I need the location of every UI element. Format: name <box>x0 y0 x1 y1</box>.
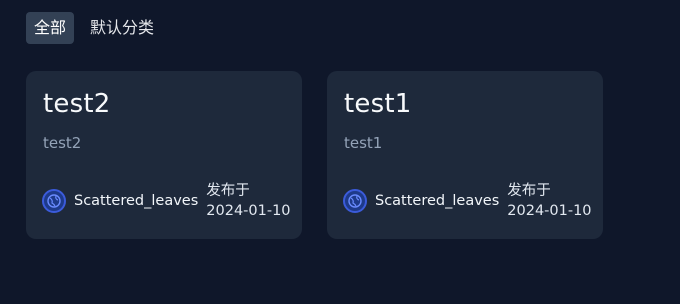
post-card-test2[interactable]: test2 test2 Scattered_leaves 发布于 2024-01… <box>26 71 302 239</box>
publish-date: 2024-01-10 <box>507 203 592 219</box>
post-card-test1[interactable]: test1 test1 Scattered_leaves 发布于 2024-01… <box>327 71 603 239</box>
globe-icon <box>348 194 362 208</box>
publish-date: 2024-01-10 <box>206 203 291 219</box>
globe-icon <box>47 194 61 208</box>
post-description: test2 <box>43 134 82 152</box>
category-tabs: 全部 默认分类 <box>26 12 162 44</box>
tab-default-category[interactable]: 默认分类 <box>82 12 162 44</box>
post-title[interactable]: test1 <box>344 89 411 119</box>
post-meta: Scattered_leaves 发布于 2024-01-10 <box>42 181 291 221</box>
post-description: test1 <box>344 134 383 152</box>
publish-label: 发布于 <box>507 183 551 199</box>
post-meta: Scattered_leaves 发布于 2024-01-10 <box>343 181 592 221</box>
post-list: test2 test2 Scattered_leaves 发布于 2024-01… <box>26 71 603 239</box>
publish-info: 发布于 2024-01-10 <box>507 181 591 221</box>
post-title[interactable]: test2 <box>43 89 110 119</box>
publish-label: 发布于 <box>206 183 250 199</box>
tab-all[interactable]: 全部 <box>26 12 75 44</box>
publish-info: 发布于 2024-01-10 <box>206 181 290 221</box>
avatar[interactable] <box>42 189 66 213</box>
avatar[interactable] <box>343 189 367 213</box>
author-name[interactable]: Scattered_leaves <box>74 193 198 209</box>
author-name[interactable]: Scattered_leaves <box>375 193 499 209</box>
